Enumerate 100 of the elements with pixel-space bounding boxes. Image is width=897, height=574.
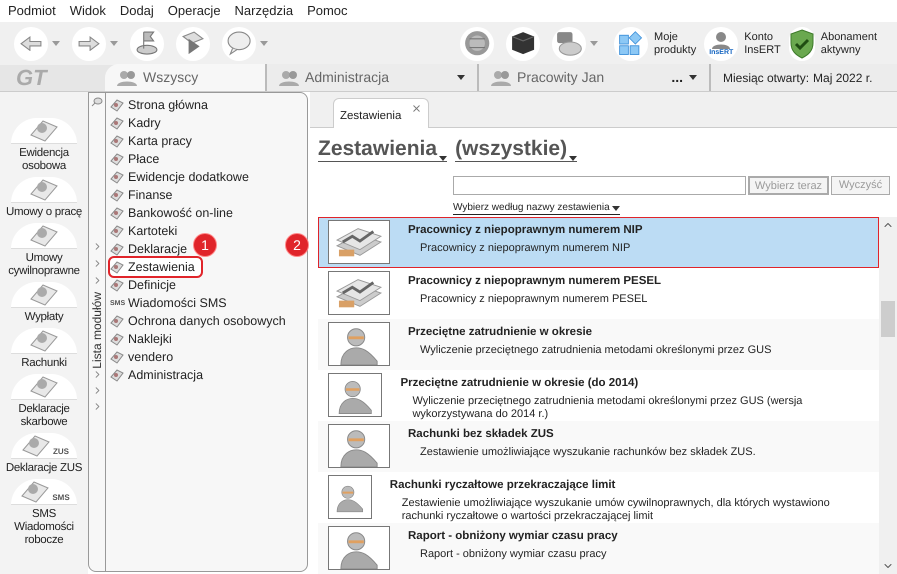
person-icon bbox=[328, 526, 390, 570]
mode-dropdown[interactable]: Wybierz według nazwy zestawienia bbox=[453, 202, 620, 215]
menu-item[interactable]: Widok bbox=[70, 1, 106, 21]
report-title: Przeciętne zatrudnienie w okresie bbox=[408, 325, 594, 340]
caret-icon bbox=[612, 206, 620, 210]
toolbar-link[interactable]: Abonament aktywny bbox=[788, 26, 885, 60]
module-icon bbox=[110, 152, 124, 166]
module-item[interactable]: Kadry bbox=[110, 114, 167, 132]
nav-button[interactable]: SMS SMS Wiadomości robocze bbox=[1, 479, 87, 547]
caret-icon bbox=[439, 156, 448, 161]
callout-badge: 1 bbox=[193, 233, 217, 257]
nav-button[interactable]: Rachunki bbox=[1, 328, 87, 370]
context-tab[interactable]: Wszyscy bbox=[105, 64, 267, 91]
report-title: Raport - obniżony wymiar czasu pracy bbox=[408, 529, 618, 544]
play-icon bbox=[182, 31, 204, 56]
category-dropdown[interactable]: Zestawienia bbox=[318, 137, 448, 162]
report-description: Pracownicy z niepoprawnym numerem NIP bbox=[419, 242, 632, 256]
callout-badge: 2 bbox=[285, 233, 309, 257]
module-item[interactable]: Kartoteki bbox=[110, 222, 184, 240]
module-icon bbox=[110, 314, 124, 328]
more-label: ... bbox=[671, 68, 683, 87]
scrollbar[interactable] bbox=[879, 217, 897, 574]
chart-icon bbox=[328, 220, 390, 264]
search-field[interactable] bbox=[453, 176, 746, 195]
nav-button[interactable]: ZUS Deklaracje ZUS bbox=[1, 433, 87, 475]
pin-icon bbox=[91, 97, 103, 107]
people-icon bbox=[491, 70, 511, 86]
module-item[interactable]: Definicje bbox=[110, 276, 182, 294]
shield-icon bbox=[788, 28, 815, 58]
filter-dropdown[interactable]: (wszystkie) bbox=[455, 137, 578, 162]
module-item[interactable]: Strona główna bbox=[110, 96, 214, 114]
cube-icon bbox=[510, 31, 536, 56]
nav-button[interactable]: Wypłaty bbox=[1, 282, 87, 324]
report-description: Zestawienie umożliwiające wyszukanie umów cywilnoprawnych, dla których wystawiono rachunki ryczałtowe o wartości przekraczającej limit bbox=[400, 497, 831, 524]
module-icon bbox=[110, 224, 124, 238]
menu-item[interactable]: Operacje bbox=[168, 1, 221, 21]
month-label: Miesiąc otwarty: bbox=[723, 70, 810, 86]
report-title: Rachunki ryczałtowe przekraczające limit bbox=[390, 478, 616, 493]
module-item[interactable]: Karta pracy bbox=[110, 132, 198, 150]
menu-item[interactable]: Dodaj bbox=[120, 1, 154, 21]
nav-button[interactable]: Umowy cywilnoprawne bbox=[1, 223, 87, 278]
close-icon[interactable] bbox=[411, 103, 422, 114]
module-item[interactable]: Ewidencje dodatkowe bbox=[110, 168, 255, 186]
report-description: Raport - obniżony wymiar czasu pracy bbox=[419, 548, 608, 562]
report-description: Pracownicy z niepoprawnym numerem PESEL bbox=[419, 293, 648, 306]
people-icon bbox=[117, 70, 137, 86]
person-icon bbox=[711, 31, 732, 49]
document-tab[interactable]: Zestawienia bbox=[333, 98, 429, 128]
person-icon bbox=[328, 475, 372, 519]
person-icon bbox=[328, 373, 382, 417]
module-icon bbox=[110, 188, 124, 202]
module-icon bbox=[110, 278, 124, 292]
module-icon bbox=[110, 170, 124, 184]
panel-title: Lista modułów bbox=[89, 292, 105, 369]
arrow-icon bbox=[78, 36, 100, 52]
module-item[interactable]: Zestawienia bbox=[110, 258, 201, 276]
icon-label: SMS bbox=[52, 494, 70, 502]
icon-label: ZUS bbox=[53, 448, 69, 456]
module-icon bbox=[110, 332, 124, 346]
module-icon bbox=[110, 260, 124, 274]
module-item[interactable]: vendero bbox=[110, 348, 180, 366]
menu-item[interactable]: Pomoc bbox=[307, 1, 348, 21]
module-item[interactable]: Finanse bbox=[110, 186, 178, 204]
person-icon bbox=[328, 322, 390, 366]
module-icon bbox=[110, 98, 124, 112]
report-description: Zestawienie umożliwiające wyszukanie rachunków bez składek ZUS. bbox=[419, 446, 756, 460]
module-item[interactable]: Naklejki bbox=[110, 330, 178, 348]
nav-button[interactable]: Deklaracje skarbowe bbox=[1, 374, 87, 429]
module-icon bbox=[110, 368, 124, 382]
report-row[interactable]: Raport - obniżony wymiar czasu pracy Raport - obniżony wymiar czasu pracy bbox=[318, 523, 879, 574]
arrow-icon bbox=[20, 36, 42, 52]
module-item[interactable]: Bankowość on-line bbox=[110, 204, 239, 222]
nav-button[interactable]: Umowy o pracę bbox=[1, 177, 87, 219]
report-description: Wyliczenie przeciętnego zatrudnienia metodami określonymi przez GUS (wersja wykorzystywana do 2014 r.) bbox=[411, 395, 804, 422]
report-row[interactable]: Pracownicy z niepoprawnym numerem NIP Pracownicy z niepoprawnym numerem NIP bbox=[318, 217, 879, 268]
module-icon bbox=[110, 206, 124, 220]
context-tab[interactable]: Administracja bbox=[267, 64, 479, 91]
menu-item[interactable]: Podmiot bbox=[8, 1, 56, 21]
scroll-thumb[interactable] bbox=[881, 301, 895, 337]
chart-icon bbox=[328, 271, 390, 315]
flag-icon bbox=[136, 31, 158, 56]
report-row[interactable]: Przeciętne zatrudnienie w okresie Wyliczenie przeciętnego zatrudnienia metodami określonymi przez GUS bbox=[318, 319, 879, 370]
menu-item[interactable]: Narzędzia bbox=[234, 1, 294, 21]
module-icon bbox=[110, 116, 124, 130]
module-item[interactable]: Administracja bbox=[110, 366, 210, 384]
toolbar-link[interactable]: Moje produkty bbox=[614, 26, 696, 60]
context-tab[interactable]: Pracowity Jan ... bbox=[479, 64, 711, 91]
report-title: Pracownicy z niepoprawnym numerem NIP bbox=[408, 223, 643, 238]
module-item[interactable]: Ochrona danych osobowych bbox=[110, 312, 292, 330]
report-row[interactable]: Rachunki bez składek ZUS Zestawienie umożliwiające wyszukanie rachunków bez składek ZUS. bbox=[318, 421, 879, 472]
module-icon bbox=[110, 134, 124, 148]
module-item[interactable]: Płace bbox=[110, 150, 166, 168]
report-title: Pracownicy z niepoprawnym numerem PESEL bbox=[408, 274, 662, 289]
module-icon bbox=[110, 242, 124, 256]
nav-button[interactable]: Ewidencja osobowa bbox=[1, 118, 87, 173]
report-title: Rachunki bez składek ZUS bbox=[408, 427, 555, 442]
report-title: Przeciętne zatrudnienie w okresie (do 2014) bbox=[400, 376, 640, 391]
report-description: Wyliczenie przeciętnego zatrudnienia metodami określonymi przez GUS bbox=[419, 344, 772, 358]
people-icon bbox=[279, 70, 299, 86]
help-icon bbox=[226, 31, 252, 56]
